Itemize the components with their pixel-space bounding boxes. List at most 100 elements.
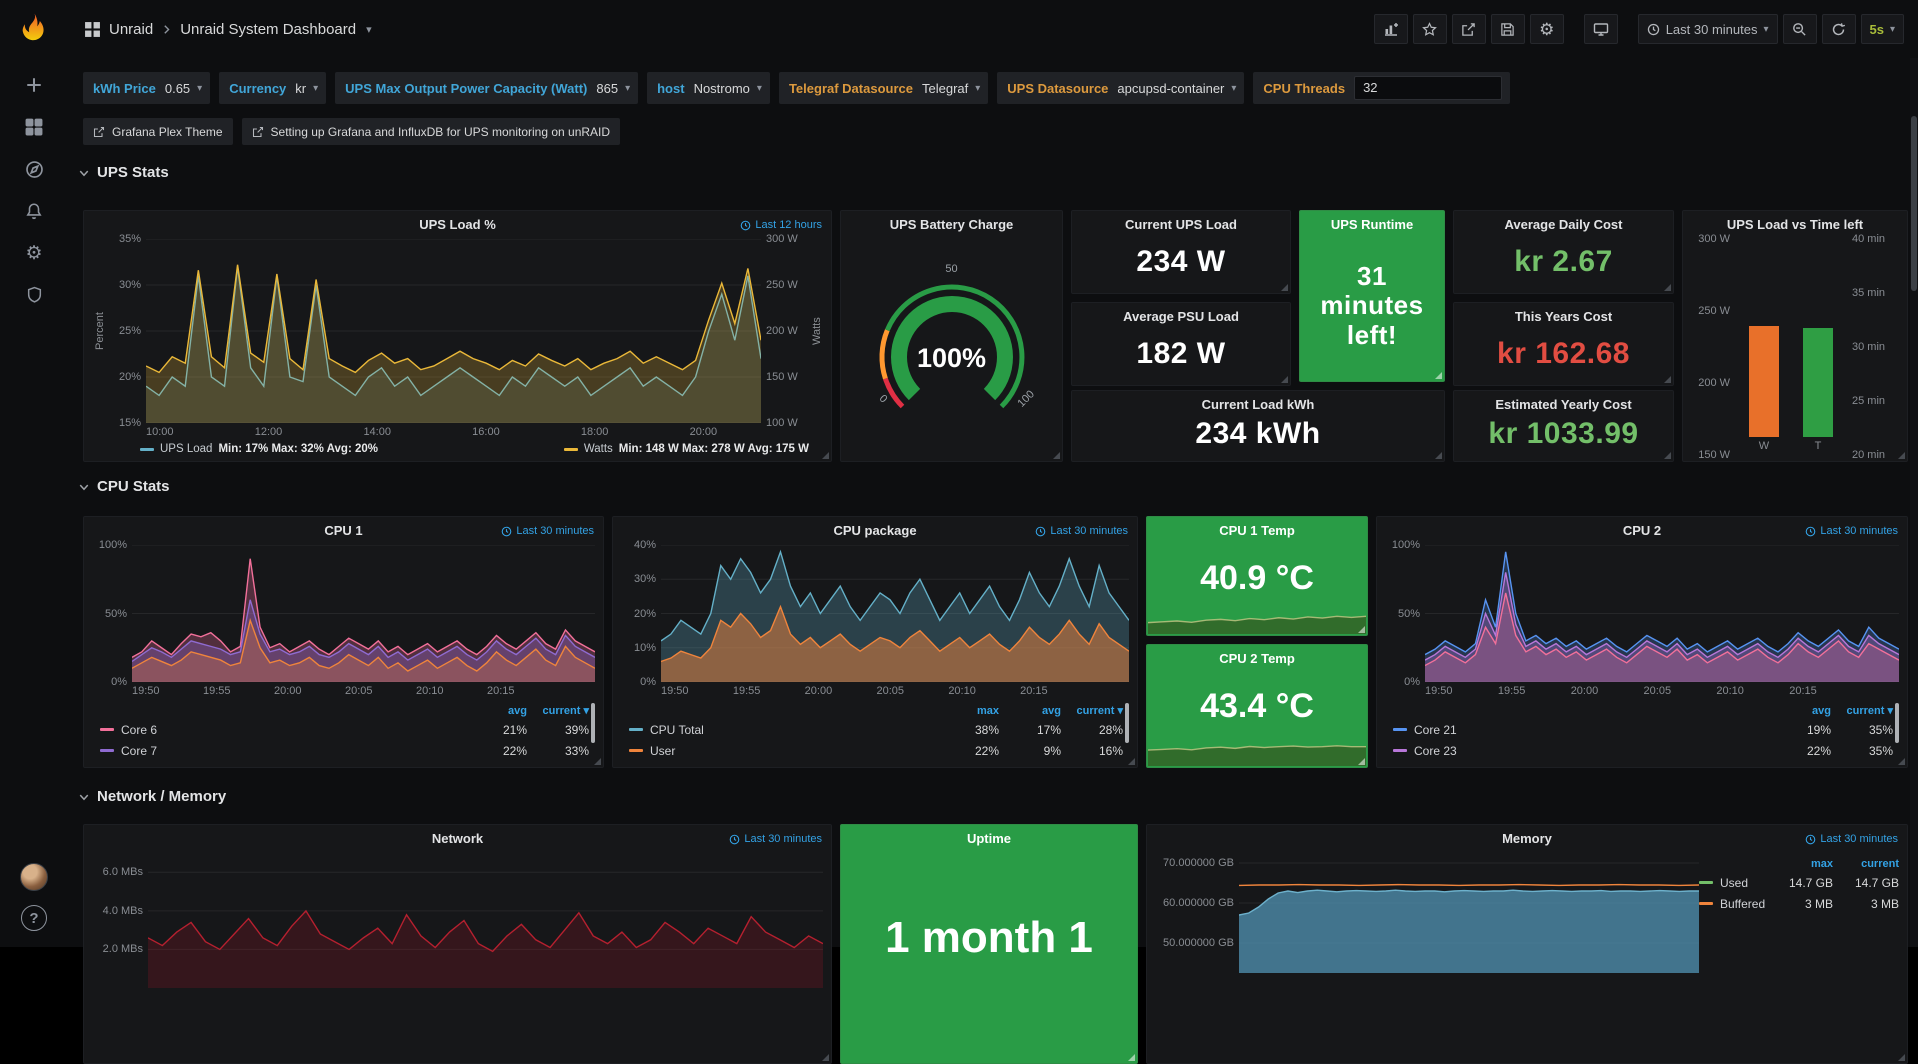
memory-chart[interactable]: [1239, 853, 1699, 973]
y-axis-tick: 2.0 MBs: [103, 943, 143, 955]
bar-T[interactable]: T: [1803, 239, 1833, 455]
share-button[interactable]: [1452, 14, 1486, 44]
user-avatar[interactable]: [20, 863, 48, 891]
configuration-gear-icon[interactable]: ⚙: [12, 232, 56, 274]
gauge-scale-mid: 50: [852, 263, 1052, 275]
legend-column-header[interactable]: avg: [1769, 705, 1831, 717]
panel-uptime: Uptime 1 month 1: [840, 824, 1138, 1064]
stat-value: 31 minutes left!: [1306, 262, 1438, 349]
legend-series[interactable]: Used: [1699, 876, 1767, 890]
panel-title[interactable]: Memory: [1147, 825, 1907, 853]
legend-column-header[interactable]: avg: [465, 705, 527, 717]
section-ups-stats[interactable]: UPS Stats: [78, 164, 169, 181]
stat-value: 40.9 °C: [1147, 559, 1367, 598]
alerting-bell-icon[interactable]: [12, 190, 56, 232]
panel-title[interactable]: Uptime: [841, 825, 1137, 853]
cycle-view-button[interactable]: [1584, 14, 1618, 44]
series-color-swatch: [1393, 728, 1407, 731]
panel-title[interactable]: Current UPS Load: [1072, 211, 1290, 239]
legend-column-header[interactable]: max: [937, 705, 999, 717]
add-panel-button[interactable]: [1374, 14, 1408, 44]
legend-value: 22%: [937, 744, 999, 758]
variable-cpu-threads[interactable]: CPU Threads32: [1253, 72, 1510, 104]
top-navigation: Unraid Unraid System Dashboard ▾ ⚙ Last: [68, 0, 1918, 58]
page-scrollbar[interactable]: [1910, 58, 1918, 947]
help-icon[interactable]: ?: [21, 905, 47, 931]
zoom-out-button[interactable]: [1783, 14, 1817, 44]
star-button[interactable]: [1413, 14, 1447, 44]
variable-value[interactable]: 865: [596, 81, 618, 96]
section-network-memory[interactable]: Network / Memory: [78, 788, 226, 805]
panel-title[interactable]: UPS Runtime: [1300, 211, 1444, 239]
legend-series[interactable]: WattsMin: 148 W Max: 278 W Avg: 175 W: [564, 443, 809, 455]
dashboards-icon[interactable]: [12, 106, 56, 148]
grafana-logo[interactable]: [17, 12, 51, 46]
legend-series[interactable]: Core 6: [100, 723, 465, 737]
dashboard-title[interactable]: Unraid System Dashboard: [180, 21, 356, 38]
legend-column-header[interactable]: max: [1767, 858, 1833, 870]
dashboard-link[interactable]: Grafana Plex Theme: [83, 118, 233, 145]
time-range-picker[interactable]: Last 30 minutes ▾: [1638, 14, 1778, 44]
legend-column-header[interactable]: current ▾: [527, 704, 589, 717]
server-admin-shield-icon[interactable]: [12, 274, 56, 316]
cpu2-chart[interactable]: [1425, 545, 1899, 682]
panel-title[interactable]: CPU 2 Temp: [1147, 645, 1367, 673]
variable-value[interactable]: Telegraf: [922, 81, 968, 96]
variable-value[interactable]: 0.65: [165, 81, 190, 96]
legend-column-header[interactable]: avg: [999, 705, 1061, 717]
variable-value[interactable]: kr: [295, 81, 306, 96]
variable-ups-datasource[interactable]: UPS Datasourceapcupsd-container▾: [997, 72, 1244, 104]
caret-down-icon[interactable]: ▾: [366, 23, 372, 36]
dashboard-settings-button[interactable]: ⚙: [1530, 14, 1564, 44]
refresh-interval-picker[interactable]: 5s ▾: [1861, 14, 1905, 44]
panel-title[interactable]: UPS Battery Charge: [841, 211, 1062, 239]
panel-time-range[interactable]: Last 30 minutes: [501, 525, 594, 537]
variable-telegraf-datasource[interactable]: Telegraf DatasourceTelegraf▾: [779, 72, 988, 104]
breadcrumb-app[interactable]: Unraid: [109, 21, 153, 38]
panel-time-range[interactable]: Last 30 minutes: [1805, 525, 1898, 537]
legend-series[interactable]: Core 7: [100, 744, 465, 758]
bar-W[interactable]: W: [1749, 239, 1779, 455]
panel-time-range[interactable]: Last 30 minutes: [1035, 525, 1128, 537]
variable-kwh-price[interactable]: kWh Price0.65▾: [83, 72, 210, 104]
legend-series[interactable]: UPS LoadMin: 17% Max: 32% Avg: 20%: [140, 443, 378, 455]
legend-column-header[interactable]: current ▾: [1831, 704, 1893, 717]
legend-series[interactable]: Core 21: [1393, 723, 1769, 737]
apps-grid-icon[interactable]: [84, 21, 101, 38]
panel-time-range[interactable]: Last 30 minutes: [1805, 833, 1898, 845]
cpu-package-chart[interactable]: [661, 545, 1129, 682]
panel-time-range[interactable]: Last 12 hours: [740, 219, 822, 231]
cpu1-chart[interactable]: [132, 545, 595, 682]
save-button[interactable]: [1491, 14, 1525, 44]
variable-ups-max-output-power-capacity-watt-[interactable]: UPS Max Output Power Capacity (Watt)865▾: [335, 72, 638, 104]
panel-current-ups-load: Current UPS Load 234 W: [1071, 210, 1291, 294]
variable-value[interactable]: Nostromo: [694, 81, 750, 96]
legend-series[interactable]: Core 23: [1393, 744, 1769, 758]
create-plus-icon[interactable]: [12, 64, 56, 106]
explore-compass-icon[interactable]: [12, 148, 56, 190]
panel-time-range[interactable]: Last 30 minutes: [729, 833, 822, 845]
panel-title[interactable]: Average PSU Load: [1072, 303, 1290, 331]
variable-input[interactable]: 32: [1354, 76, 1502, 100]
legend-series[interactable]: User: [629, 744, 937, 758]
section-cpu-stats[interactable]: CPU Stats: [78, 478, 170, 495]
y-axis-tick: 300 W: [1698, 233, 1730, 245]
panel-title[interactable]: Network: [84, 825, 831, 853]
legend-column-header[interactable]: current ▾: [1061, 704, 1123, 717]
variable-host[interactable]: hostNostromo▾: [647, 72, 770, 104]
network-chart[interactable]: [148, 853, 823, 988]
dashboard-link[interactable]: Setting up Grafana and InfluxDB for UPS …: [242, 118, 621, 145]
ups-load-chart[interactable]: [146, 239, 761, 423]
refresh-button[interactable]: [1822, 14, 1856, 44]
variable-currency[interactable]: Currencykr▾: [219, 72, 326, 104]
panel-title[interactable]: This Years Cost: [1454, 303, 1673, 331]
panel-title[interactable]: Average Daily Cost: [1454, 211, 1673, 239]
legend-column-header[interactable]: current: [1833, 858, 1899, 870]
panel-title[interactable]: CPU 1 Temp: [1147, 517, 1367, 545]
scrollbar-thumb[interactable]: [1911, 116, 1917, 291]
x-axis-tick: 20:10: [948, 685, 976, 697]
legend-series[interactable]: Buffered: [1699, 897, 1767, 911]
panel-title[interactable]: UPS Load %: [84, 211, 831, 239]
legend-series[interactable]: CPU Total: [629, 723, 937, 737]
variable-value[interactable]: apcupsd-container: [1117, 81, 1224, 96]
